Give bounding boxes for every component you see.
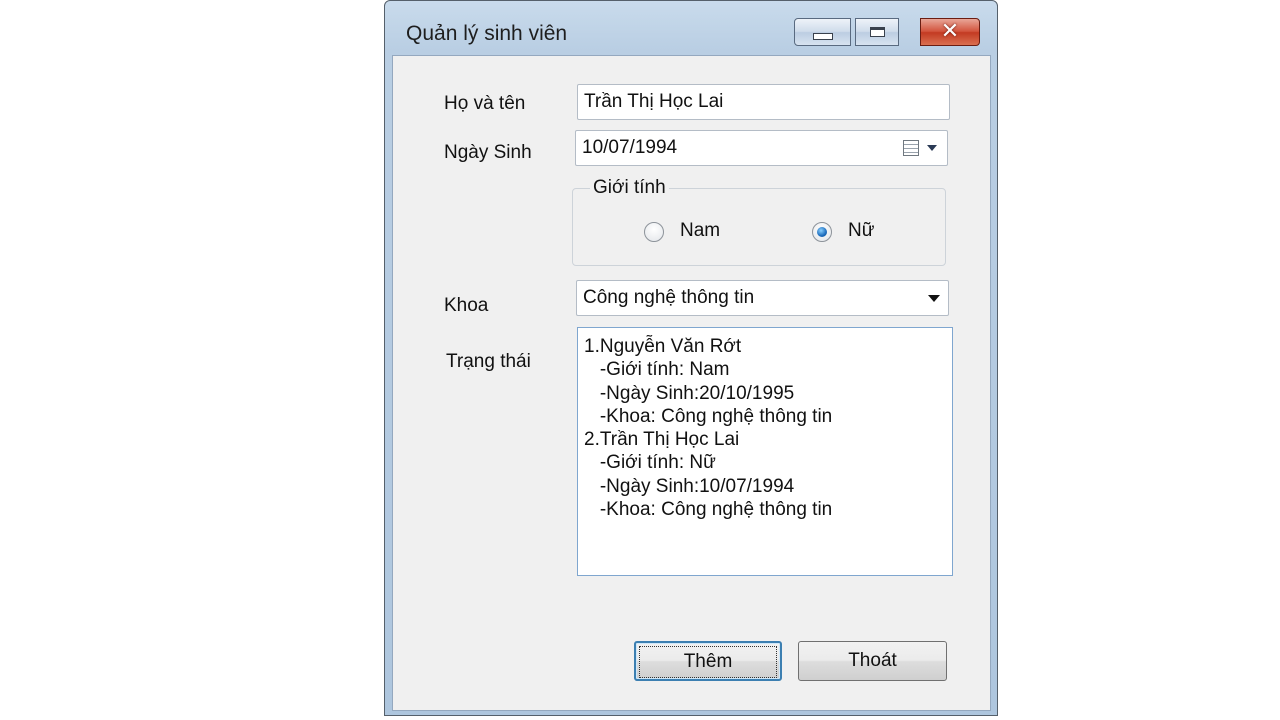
maximize-icon: [869, 27, 885, 37]
chevron-down-icon[interactable]: [928, 295, 940, 302]
dob-label: Ngày Sinh: [444, 142, 532, 163]
status-line: 2.Trần Thị Học Lai: [584, 429, 740, 451]
radio-nu[interactable]: [812, 222, 832, 242]
faculty-combobox[interactable]: Công nghệ thông tin: [576, 280, 949, 316]
status-textarea[interactable]: 1.Nguyễn Văn Rớt -Giới tính: Nam -Ngày S…: [577, 327, 953, 576]
radio-nu-label[interactable]: Nữ: [848, 220, 874, 242]
minimize-icon: [812, 33, 833, 40]
status-line: -Ngày Sinh:10/07/1994: [584, 475, 795, 497]
status-line: -Giới tính: Nam: [584, 359, 730, 381]
faculty-value: Công nghệ thông tin: [583, 287, 755, 308]
status-line: -Giới tính: Nữ: [584, 452, 716, 474]
faculty-label: Khoa: [444, 295, 489, 316]
title-bar[interactable]: Quản lý sinh viên ✕: [385, 1, 997, 55]
minimize-button[interactable]: [794, 18, 851, 46]
radio-selected-dot: [817, 227, 827, 237]
status-line: -Khoa: Công nghệ thông tin: [584, 405, 833, 427]
exit-button-label: Thoát: [848, 650, 897, 671]
radio-nam-label[interactable]: Nam: [680, 220, 720, 242]
status-line: 1.Nguyễn Văn Rớt: [584, 336, 742, 357]
gender-groupbox: [572, 188, 946, 266]
calendar-icon[interactable]: [903, 140, 919, 156]
exit-button[interactable]: Thoát: [798, 641, 947, 681]
add-button-label: Thêm: [639, 646, 777, 678]
name-input[interactable]: Trần Thị Học Lai: [577, 84, 950, 120]
gender-group-title: Giới tính: [590, 177, 669, 199]
close-button[interactable]: ✕: [920, 18, 980, 46]
dob-value: 10/07/1994: [582, 137, 678, 158]
status-label: Trạng thái: [446, 351, 531, 372]
chevron-down-icon[interactable]: [927, 145, 937, 151]
add-button[interactable]: Thêm: [634, 641, 782, 681]
close-icon: ✕: [940, 19, 960, 44]
radio-nam[interactable]: [644, 222, 664, 242]
status-line: -Ngày Sinh:20/10/1995: [584, 382, 795, 404]
dob-datepicker[interactable]: 10/07/1994: [575, 130, 948, 166]
window-title: Quản lý sinh viên: [406, 22, 568, 45]
status-line: -Khoa: Công nghệ thông tin: [584, 499, 833, 521]
maximize-button[interactable]: [855, 18, 899, 46]
name-label: Họ và tên: [444, 93, 526, 114]
